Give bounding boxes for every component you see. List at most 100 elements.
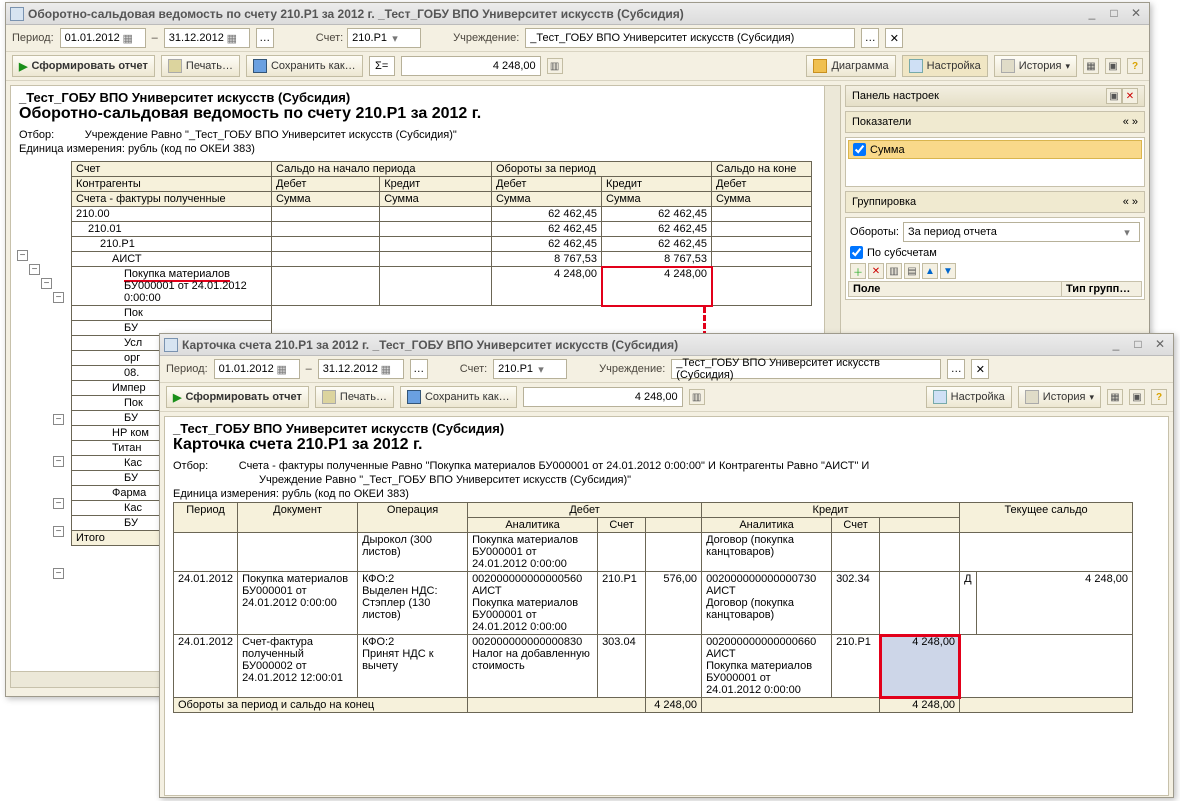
tree-toggle[interactable]: − bbox=[53, 498, 64, 509]
tree-toggle[interactable]: − bbox=[53, 414, 64, 425]
table-row: Дырокол (300 листов) Покупка материалов … bbox=[174, 533, 1133, 572]
tree-toggle[interactable]: − bbox=[53, 526, 64, 537]
diagram-button[interactable]: Диаграмма bbox=[806, 55, 895, 77]
table-row: АИСТ8 767,538 767,53 bbox=[72, 252, 812, 267]
table-row: Пок bbox=[72, 306, 812, 321]
tree-toggle[interactable]: − bbox=[53, 568, 64, 579]
maximize-button[interactable]: □ bbox=[1129, 338, 1147, 352]
app-icon bbox=[10, 7, 24, 21]
table-row: 24.01.2012 Счет-фактура полученный БУ000… bbox=[174, 635, 1133, 698]
print-button[interactable]: Печать… bbox=[315, 386, 394, 408]
toolbar-extra-1[interactable]: ▦ bbox=[1083, 58, 1099, 74]
sigma-field: 4 248,00 bbox=[523, 387, 683, 407]
table-row: 210.Р162 462,4562 462,45 bbox=[72, 237, 812, 252]
save-as-button[interactable]: Сохранить как… bbox=[246, 55, 363, 77]
minimize-button[interactable]: _ bbox=[1083, 7, 1101, 21]
settings-icon bbox=[933, 390, 947, 404]
date-from-field[interactable]: 01.01.2012▦ bbox=[214, 359, 300, 379]
report-heading: Оборотно-сальдовая ведомость по счету 21… bbox=[11, 105, 840, 129]
org-clear-button[interactable]: ✕ bbox=[885, 28, 903, 48]
date-to-field[interactable]: 31.12.2012▦ bbox=[318, 359, 404, 379]
highlighted-cell: 4 248,00 bbox=[880, 635, 960, 698]
indicator-checkbox[interactable] bbox=[853, 143, 866, 156]
tree-toggle[interactable]: − bbox=[53, 456, 64, 467]
copy-icon[interactable]: ▥ bbox=[886, 263, 902, 279]
help-button[interactable]: ? bbox=[1127, 58, 1143, 74]
subaccounts-checkbox[interactable] bbox=[850, 246, 863, 259]
card-report-area: _Тест_ГОБУ ВПО Университет искусств (Суб… bbox=[164, 416, 1169, 796]
diskette-icon bbox=[253, 59, 267, 73]
account-field[interactable]: 210.Р1▾ bbox=[493, 359, 567, 379]
form-report-button[interactable]: ▶Сформировать отчет bbox=[166, 386, 309, 408]
form-report-button[interactable]: ▶Сформировать отчет bbox=[12, 55, 155, 77]
indicators-header[interactable]: Показатели« » bbox=[845, 111, 1145, 133]
period-label: Период: bbox=[12, 32, 54, 44]
up-icon[interactable]: ▲ bbox=[922, 263, 938, 279]
toolbar-extra-1[interactable]: ▦ bbox=[1107, 389, 1123, 405]
close-button[interactable]: ✕ bbox=[1127, 7, 1145, 21]
table-row: Покупка материаловБУ000001 от 24.01.2012… bbox=[72, 267, 812, 306]
settings-icon bbox=[909, 59, 923, 73]
period-picker-button[interactable]: … bbox=[256, 28, 274, 48]
tree-toggle[interactable]: − bbox=[17, 250, 28, 261]
settings-button[interactable]: Настройка bbox=[902, 55, 988, 77]
account-field[interactable]: 210.Р1▾ bbox=[347, 28, 421, 48]
history-button[interactable]: История▾ bbox=[994, 55, 1077, 77]
down-icon[interactable]: ▼ bbox=[940, 263, 956, 279]
paste-icon[interactable]: ▤ bbox=[904, 263, 920, 279]
report-org: _Тест_ГОБУ ВПО Университет искусств (Суб… bbox=[11, 86, 840, 105]
win1-title: Оборотно-сальдовая ведомость по счету 21… bbox=[28, 7, 1083, 21]
table-row: 210.0162 462,4562 462,45 bbox=[72, 222, 812, 237]
panel-close-icon[interactable]: ✕ bbox=[1122, 88, 1138, 104]
org-field[interactable]: _Тест_ГОБУ ВПО Университет искусств (Суб… bbox=[671, 359, 941, 379]
app-icon bbox=[164, 338, 178, 352]
tree-toggle[interactable]: − bbox=[53, 292, 64, 303]
org-clear-button[interactable]: ✕ bbox=[971, 359, 989, 379]
print-button[interactable]: Печать… bbox=[161, 55, 240, 77]
period-picker-button[interactable]: … bbox=[410, 359, 428, 379]
close-button[interactable]: ✕ bbox=[1151, 338, 1169, 352]
printer-icon bbox=[322, 390, 336, 404]
printer-icon bbox=[168, 59, 182, 73]
turnover-select[interactable]: За период отчета▾ bbox=[903, 222, 1140, 242]
sigma-field: 4 248,00 bbox=[401, 56, 541, 76]
sigma-label: Σ= bbox=[369, 56, 395, 76]
minimize-button[interactable]: _ bbox=[1107, 338, 1125, 352]
help-button[interactable]: ? bbox=[1151, 389, 1167, 405]
sigma-expand-button[interactable]: ▥ bbox=[689, 389, 705, 405]
calendar-icon[interactable]: ▦ bbox=[120, 32, 136, 45]
account-label: Счет: bbox=[316, 32, 343, 44]
diskette-icon bbox=[407, 390, 421, 404]
history-button[interactable]: История▾ bbox=[1018, 386, 1101, 408]
tree-toggle[interactable]: − bbox=[29, 264, 40, 275]
chart-icon bbox=[813, 59, 827, 73]
add-icon[interactable]: ＋ bbox=[850, 263, 866, 279]
save-as-button[interactable]: Сохранить как… bbox=[400, 386, 517, 408]
win2-title: Карточка счета 210.Р1 за 2012 г. _Тест_Г… bbox=[182, 338, 1107, 352]
toolbar-extra-2[interactable]: ▣ bbox=[1105, 58, 1121, 74]
card-table: Период Документ Операция Дебет Кредит Те… bbox=[173, 502, 1133, 713]
date-to-field[interactable]: 31.12.2012▦ bbox=[164, 28, 250, 48]
panel-pin-icon[interactable]: ▣ bbox=[1106, 88, 1122, 104]
grouping-header[interactable]: Группировка« » bbox=[845, 191, 1145, 213]
table-row: 210.0062 462,4562 462,45 bbox=[72, 207, 812, 222]
org-picker-button[interactable]: … bbox=[861, 28, 879, 48]
sigma-expand-button[interactable]: ▥ bbox=[547, 58, 563, 74]
org-field[interactable]: _Тест_ГОБУ ВПО Университет искусств (Суб… bbox=[525, 28, 855, 48]
org-picker-button[interactable]: … bbox=[947, 359, 965, 379]
win2-titlebar: Карточка счета 210.Р1 за 2012 г. _Тест_Г… bbox=[160, 334, 1173, 356]
calendar-icon[interactable]: ▦ bbox=[224, 32, 240, 45]
date-from-field[interactable]: 01.01.2012▦ bbox=[60, 28, 146, 48]
toolbar-extra-2[interactable]: ▣ bbox=[1129, 389, 1145, 405]
delete-icon[interactable]: ✕ bbox=[868, 263, 884, 279]
settings-button[interactable]: Настройка bbox=[926, 386, 1012, 408]
tree-toggle[interactable]: − bbox=[41, 278, 52, 289]
settings-panel-header: Панель настроек ▣ ✕ bbox=[845, 85, 1145, 107]
win1-titlebar: Оборотно-сальдовая ведомость по счету 21… bbox=[6, 3, 1149, 25]
table-footer: Обороты за период и сальдо на конец 4 24… bbox=[174, 698, 1133, 713]
table-row: 24.01.2012 Покупка материалов БУ000001 о… bbox=[174, 572, 1133, 635]
org-label: Учреждение: bbox=[453, 32, 519, 44]
indicator-row[interactable]: Сумма bbox=[848, 140, 1142, 159]
history-icon bbox=[1025, 390, 1039, 404]
maximize-button[interactable]: □ bbox=[1105, 7, 1123, 21]
